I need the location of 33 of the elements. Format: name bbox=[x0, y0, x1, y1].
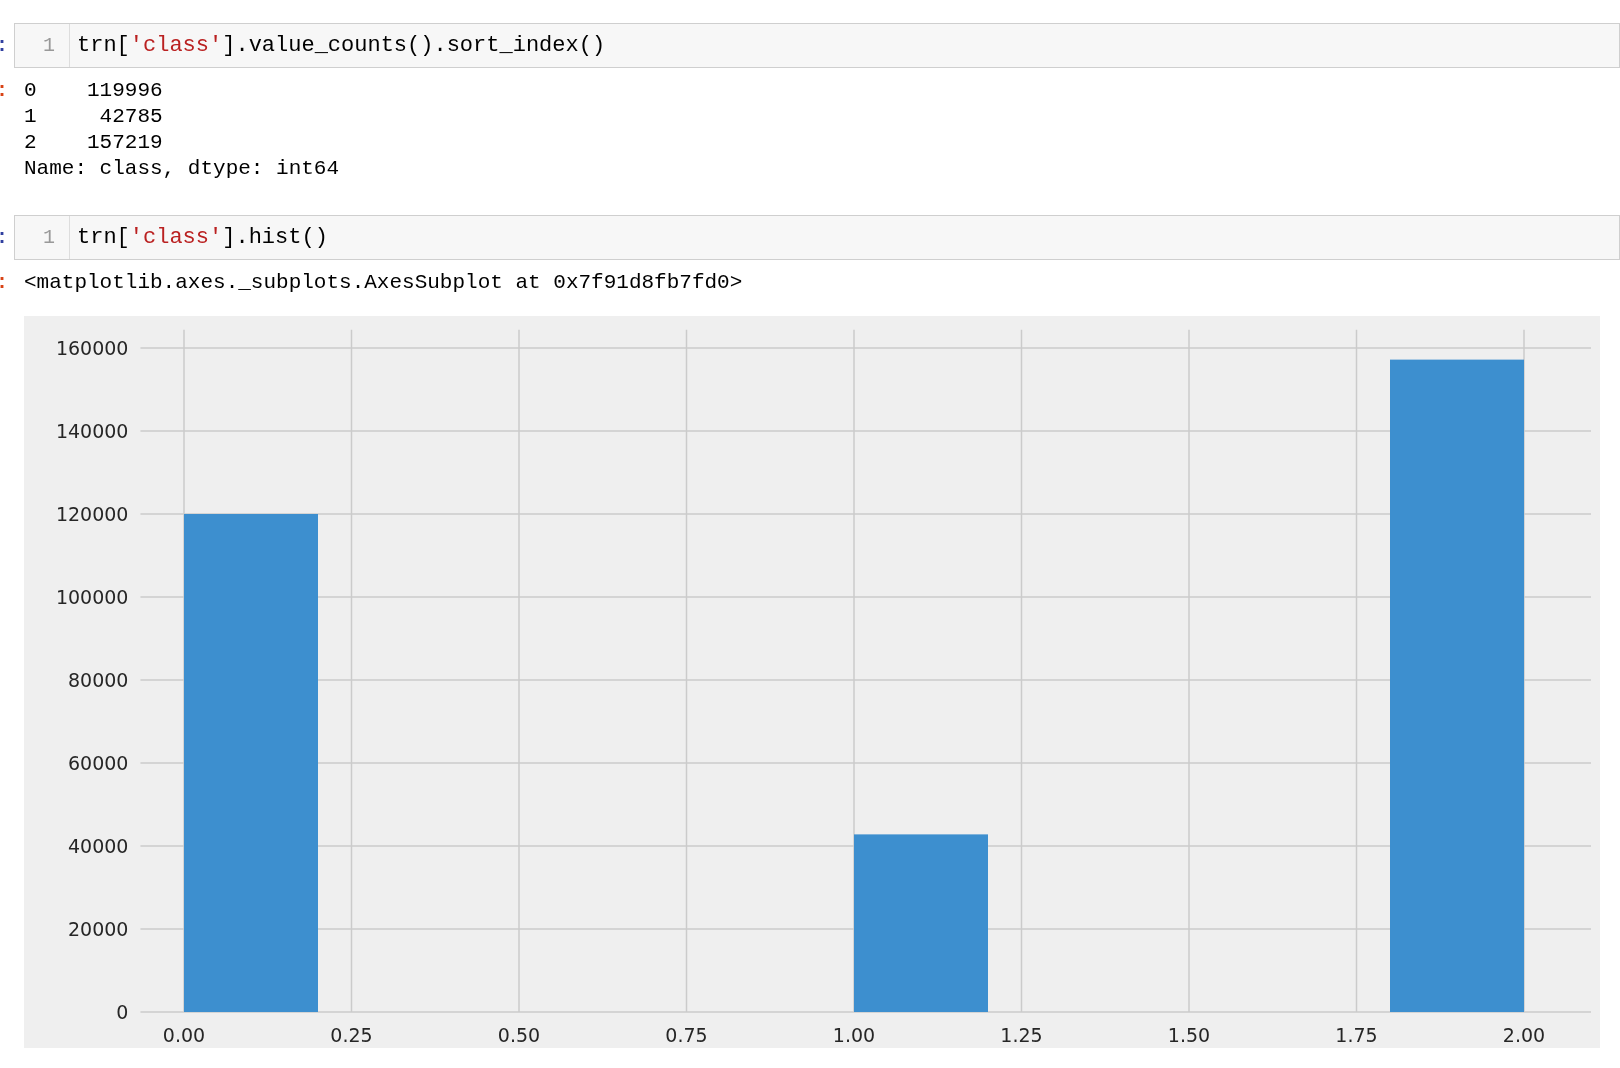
axis-tick-label: 40000 bbox=[68, 835, 129, 857]
axis-tick-label: 0.75 bbox=[665, 1024, 708, 1046]
axis-tick-label: 2.00 bbox=[1502, 1024, 1546, 1046]
line-number: 1 bbox=[43, 32, 55, 59]
axis-tick-label: 1.50 bbox=[1167, 1024, 1211, 1046]
output-text: 0 119996 bbox=[24, 78, 164, 104]
axis-tick-label: 80000 bbox=[68, 669, 129, 691]
code-line: trn['class'].value_counts().sort_index() bbox=[76, 32, 606, 60]
axis-tick-label: 0 bbox=[116, 1001, 129, 1023]
code-line: trn['class'].hist() bbox=[76, 224, 328, 252]
cell-prompt: : bbox=[0, 270, 8, 296]
axis-tick-label: 1.25 bbox=[1000, 1024, 1043, 1046]
code-cell[interactable]: 1 trn['class'].value_counts().sort_index() bbox=[14, 23, 1620, 68]
axis-tick-label: 20000 bbox=[68, 918, 129, 940]
axis-tick-label: 120000 bbox=[55, 503, 129, 525]
axis-tick-label: 0.50 bbox=[497, 1024, 541, 1046]
axis-tick-label: 140000 bbox=[55, 420, 129, 442]
axis-tick-label: 60000 bbox=[68, 752, 129, 774]
output-text: <matplotlib.axes._subplots.AxesSubplot at 0x7f91d8fb7fd0> bbox=[24, 270, 744, 296]
code-cell[interactable]: 1 trn['class'].hist() bbox=[14, 215, 1620, 260]
cell-prompt: : bbox=[0, 78, 8, 104]
axis-tick-label: 160000 bbox=[55, 337, 129, 359]
output-text: 1 42785 bbox=[24, 104, 164, 130]
line-number: 1 bbox=[43, 224, 55, 251]
axis-tick-label: 1.75 bbox=[1335, 1024, 1378, 1046]
cell-prompt: : bbox=[0, 224, 8, 251]
cell-prompt: : bbox=[0, 32, 8, 59]
axis-tick-label: 100000 bbox=[55, 586, 129, 608]
output-text: 2 157219 bbox=[24, 130, 164, 156]
axis-tick-label: 1.00 bbox=[832, 1024, 876, 1046]
axis-tick-label: 0.00 bbox=[162, 1024, 206, 1046]
output-text: Name: class, dtype: int64 bbox=[24, 156, 340, 182]
axis-tick-label: 0.25 bbox=[330, 1024, 373, 1046]
